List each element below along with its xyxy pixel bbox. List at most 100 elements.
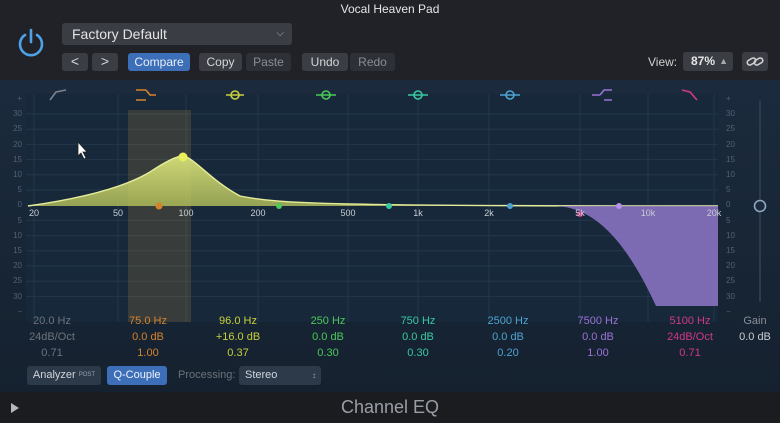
band-2-handle[interactable] [155,202,163,210]
band-1-gain[interactable]: 24dB/Oct [22,329,82,345]
undo-button[interactable]: Undo [302,53,348,71]
band-7-freq[interactable]: 7500 Hz [568,313,628,329]
band-7-handle[interactable] [616,203,622,209]
band-2-q[interactable]: 1.00 [118,345,178,361]
band-7-gain[interactable]: 0.0 dB [568,329,628,345]
window-title: Vocal Heaven Pad [0,0,780,18]
band-8-q[interactable]: 0.71 [660,345,720,361]
frequency-tick-label: 200 [250,208,266,218]
stepper-icon: ▲ [719,56,728,66]
preset-menu[interactable]: Factory Default ⌵ [62,23,292,45]
compare-button[interactable]: Compare [128,53,190,71]
band-5-handle[interactable] [386,203,392,209]
bottom-controls: Analyzer POST Q-Couple Processing: Stere… [0,364,780,390]
band-4-q[interactable]: 0.30 [298,345,358,361]
analyzer-button[interactable]: Analyzer POST [27,366,101,385]
frequency-tick-label: 100 [178,208,194,218]
db-tick-label: 25 [726,124,735,134]
link-icon [746,57,764,66]
db-tick-label: 10 [13,230,22,240]
frequency-tick-label: 2k [484,208,494,218]
db-tick-label: 10 [726,170,735,179]
db-tick-label: 20 [13,139,22,149]
frequency-tick-label: 50 [112,208,123,218]
copy-button[interactable]: Copy [199,53,242,71]
frequency-tick-label: 10k [640,208,656,218]
redo-button[interactable]: Redo [350,53,395,71]
band-7-q[interactable]: 1.00 [568,345,628,361]
db-tick-label: 5 [726,215,731,225]
band-2-gain[interactable]: 0.0 dB [118,329,178,345]
processing-label: Processing: [178,369,236,381]
preset-label: Factory Default [72,26,167,42]
db-tick-label: − [17,306,22,316]
db-tick-label: 25 [13,276,22,286]
band-5-gain[interactable]: 0.0 dB [388,329,448,345]
band-3-gain[interactable]: +16.0 dB [208,329,268,345]
gain-slider-knob[interactable] [753,199,767,213]
analyzer-label: Analyzer [32,369,76,381]
db-tick-label: 20 [13,261,22,271]
frequency-tick-label: 5k [575,208,585,218]
band-6-q[interactable]: 0.20 [478,345,538,361]
q-couple-button[interactable]: Q-Couple [107,366,167,385]
power-icon[interactable] [14,26,48,60]
band-4-gain[interactable]: 0.0 dB [298,329,358,345]
next-preset-button[interactable]: > [92,53,118,71]
db-tick-label: 15 [13,246,22,255]
db-tick-label: 30 [726,109,735,119]
view-zoom-stepper[interactable]: 87% ▲ [683,52,733,71]
frequency-tick-label: 20k [706,208,722,218]
frequency-tick-label: 20 [28,208,39,218]
band-8-freq[interactable]: 5100 Hz [660,313,720,329]
view-label: View: [648,55,678,69]
db-tick-label: 30 [13,291,22,301]
db-tick-label: 30 [13,109,22,119]
db-tick-label: 5 [726,185,731,195]
previous-preset-button[interactable]: < [62,53,88,71]
frequency-tick-label: 500 [340,208,356,218]
band-4-freq[interactable]: 250 Hz [298,313,358,329]
db-tick-label: 5 [17,215,22,225]
db-tick-label: 20 [726,261,735,271]
db-tick-label: + [17,94,22,103]
processing-value: Stereo [245,369,278,381]
db-tick-label: 0 [17,200,22,210]
view-zoom-value: 87% [691,54,716,68]
db-tick-label: 15 [13,154,22,164]
chevron-down-icon: ⌵ [276,28,284,39]
band-6-handle[interactable] [507,203,513,209]
band-5-freq[interactable]: 750 Hz [388,313,448,329]
band-2-freq[interactable]: 75.0 Hz [118,313,178,329]
db-tick-label: 15 [726,246,735,255]
band-5-q[interactable]: 0.30 [388,345,448,361]
paste-button[interactable]: Paste [246,53,291,71]
processing-select[interactable]: Stereo ↕ [239,366,321,385]
band-3-handle[interactable] [178,152,188,162]
db-tick-label: 15 [726,154,735,164]
band-3-freq[interactable]: 96.0 Hz [208,313,268,329]
stepper-icon: ↕ [312,371,316,380]
db-tick-label: 20 [726,139,735,149]
db-tick-label: 30 [726,291,735,301]
band-8-gain[interactable]: 24dB/Oct [660,329,720,345]
band-3-q[interactable]: 0.37 [208,345,268,361]
analyzer-post-tag: POST [78,372,96,378]
gain-label: Gain [743,315,767,327]
db-tick-label: 10 [13,170,22,179]
db-tick-label: + [726,94,731,103]
band-1-q[interactable]: 0.71 [22,345,82,361]
db-tick-label: 25 [13,124,22,134]
plugin-header: Factory Default ⌵ < > Compare Copy Paste… [0,18,780,80]
band-6-gain[interactable]: 0.0 dB [478,329,538,345]
eq-panel: +30 25 20 15 10 5 0 5 10 15 20 25 30− +30 25 20 15 10 5 0 5… [0,80,780,392]
band-6-freq[interactable]: 2500 Hz [478,313,538,329]
band-4-handle[interactable] [276,203,282,209]
db-tick-label: 25 [726,276,735,286]
band-1-freq[interactable]: 20.0 Hz [22,313,82,329]
link-button[interactable] [742,52,768,71]
gain-value[interactable]: 0.0 dB [730,329,780,345]
db-tick-label: 0 [726,200,731,210]
db-tick-label: 5 [17,185,22,195]
db-tick-label: 10 [726,230,735,240]
